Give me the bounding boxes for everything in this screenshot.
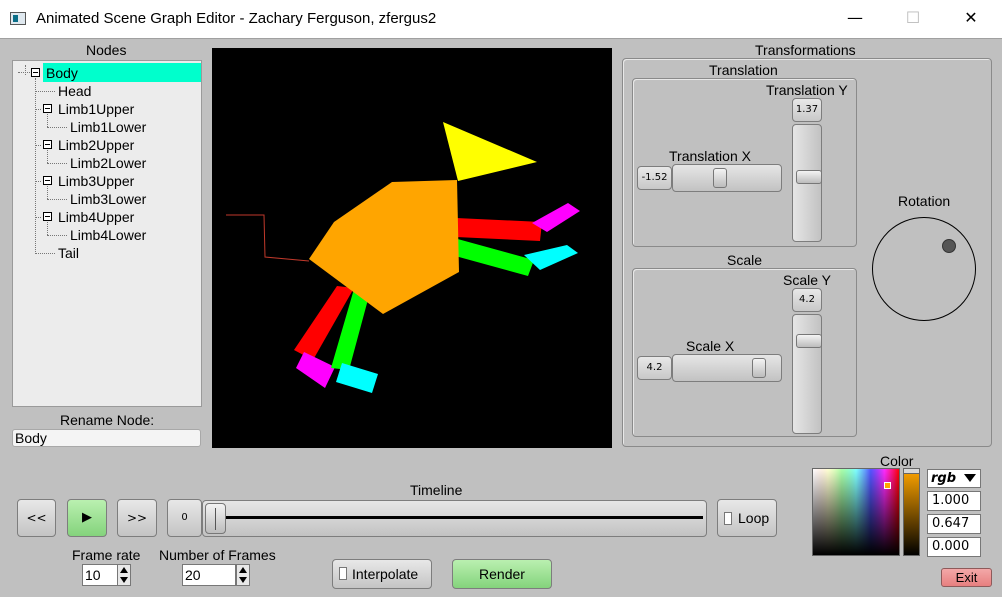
rename-node-label: Rename Node: xyxy=(60,412,155,428)
translation-y-label: Translation Y xyxy=(766,82,848,98)
color-value-marker[interactable] xyxy=(903,468,920,474)
limb-upper-red-right xyxy=(456,218,542,241)
translation-y-value[interactable]: 1.37 xyxy=(792,98,822,122)
tail-shape xyxy=(226,214,310,262)
window-title: Animated Scene Graph Editor - Zachary Fe… xyxy=(36,10,437,27)
tree-item-limb1upper[interactable]: Limb1Upper xyxy=(58,100,134,118)
rotation-handle[interactable] xyxy=(942,239,956,253)
num-frames-input[interactable]: 20 xyxy=(182,564,236,586)
interpolate-toggle[interactable]: Interpolate xyxy=(332,559,432,589)
limb-lower-magenta-left xyxy=(296,352,335,388)
close-button[interactable]: ✕ xyxy=(948,0,994,38)
interpolate-label: Interpolate xyxy=(352,566,419,582)
color-value-bar[interactable] xyxy=(903,468,920,556)
rotation-dial[interactable] xyxy=(872,217,976,321)
collapse-toggle-icon[interactable] xyxy=(43,140,52,149)
color-green-field[interactable]: 0.647 xyxy=(927,514,981,534)
collapse-toggle-icon[interactable] xyxy=(31,68,40,77)
tree-item-limb4upper[interactable]: Limb4Upper xyxy=(58,208,134,226)
title-bar-divider xyxy=(0,38,1002,39)
head-shape xyxy=(443,122,537,181)
tree-item-body[interactable]: Body xyxy=(46,64,78,82)
body-shape xyxy=(309,180,459,314)
minimize-button[interactable]: — xyxy=(832,0,878,38)
color-title: Color xyxy=(880,453,914,469)
tree-item-tail[interactable]: Tail xyxy=(58,244,79,262)
color-red-field[interactable]: 1.000 xyxy=(927,491,981,511)
play-button[interactable]: ▶ xyxy=(67,499,107,537)
exit-button[interactable]: Exit xyxy=(941,568,992,587)
translation-x-label: Translation X xyxy=(669,148,751,164)
timeline-track xyxy=(220,516,703,519)
rename-node-input[interactable]: Body xyxy=(12,429,201,447)
collapse-toggle-icon[interactable] xyxy=(43,104,52,113)
collapse-toggle-icon[interactable] xyxy=(43,176,52,185)
tree-item-limb1lower[interactable]: Limb1Lower xyxy=(70,118,146,136)
num-frames-stepper[interactable] xyxy=(236,564,250,586)
color-blue-field[interactable]: 0.000 xyxy=(927,537,981,557)
scene-canvas[interactable] xyxy=(212,48,612,448)
color-square-marker[interactable] xyxy=(884,482,891,489)
translation-x-knob[interactable] xyxy=(713,168,727,188)
tree-item-limb2lower[interactable]: Limb2Lower xyxy=(70,154,146,172)
tree-item-limb2upper[interactable]: Limb2Upper xyxy=(58,136,134,154)
scale-x-label: Scale X xyxy=(686,338,735,354)
current-frame-value: 0 xyxy=(167,499,202,537)
translation-x-slider[interactable] xyxy=(672,164,782,192)
scale-group xyxy=(632,268,857,437)
scale-x-slider[interactable] xyxy=(672,354,782,382)
loop-checkbox[interactable] xyxy=(724,512,732,525)
scale-y-value[interactable]: 4.2 xyxy=(792,288,822,312)
transformations-title: Transformations xyxy=(755,42,856,58)
chevron-down-icon[interactable] xyxy=(964,474,976,482)
scene-graph-drawing xyxy=(226,122,580,393)
nodes-panel-title: Nodes xyxy=(86,42,127,58)
translation-y-slider[interactable] xyxy=(792,124,822,242)
fast-forward-button[interactable]: >> xyxy=(117,499,157,537)
scale-y-knob[interactable] xyxy=(796,334,822,348)
frame-rate-input[interactable]: 10 xyxy=(82,564,118,586)
frame-rate-label: Frame rate xyxy=(72,547,141,563)
limb-lower-cyan-left xyxy=(336,363,378,393)
tree-item-limb3upper[interactable]: Limb3Upper xyxy=(58,172,134,190)
translation-x-value[interactable]: -1.52 xyxy=(637,166,672,190)
num-frames-label: Number of Frames xyxy=(159,547,276,563)
translation-y-knob[interactable] xyxy=(796,170,822,184)
loop-toggle[interactable]: Loop xyxy=(717,499,777,537)
scale-x-knob[interactable] xyxy=(752,358,766,378)
collapse-toggle-icon[interactable] xyxy=(43,212,52,221)
rotation-label: Rotation xyxy=(898,193,951,209)
limb-lower-cyan-right xyxy=(524,245,578,270)
tree-item-limb3lower[interactable]: Limb3Lower xyxy=(70,190,146,208)
interpolate-checkbox[interactable] xyxy=(339,567,347,580)
maximize-button[interactable]: ☐ xyxy=(890,0,936,38)
limb-upper-green-right xyxy=(448,238,534,276)
tree-item-limb4lower[interactable]: Limb4Lower xyxy=(70,226,146,244)
tree-item-head[interactable]: Head xyxy=(58,82,91,100)
frame-rate-stepper[interactable] xyxy=(117,564,131,586)
scale-title: Scale xyxy=(727,252,763,268)
loop-label: Loop xyxy=(738,510,770,526)
scale-y-label: Scale Y xyxy=(783,272,831,288)
translation-title: Translation xyxy=(709,62,778,78)
scale-x-value[interactable]: 4.2 xyxy=(637,356,672,380)
scale-y-slider[interactable] xyxy=(792,314,822,434)
render-button[interactable]: Render xyxy=(452,559,552,589)
app-icon xyxy=(10,12,26,25)
node-tree[interactable]: Body Head Limb1Upper Limb1Lower Limb2Upp… xyxy=(12,60,202,407)
timeline-knob[interactable] xyxy=(205,503,226,534)
timeline-title: Timeline xyxy=(410,482,463,498)
rewind-button[interactable]: << xyxy=(17,499,56,537)
